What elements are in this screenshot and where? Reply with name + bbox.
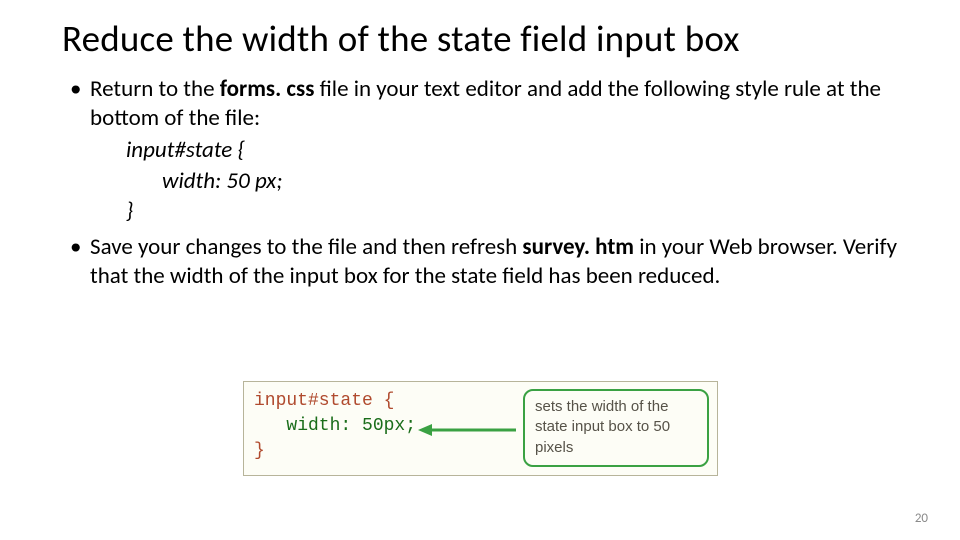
fig-prop: width: 50px;	[286, 416, 416, 436]
figure-callout: sets the width of the state input box to…	[523, 389, 709, 467]
bullet-1-file: forms. css	[220, 75, 315, 103]
bullet-1-pre: Return to the	[90, 75, 220, 103]
bullet-1: Return to the forms. css file in your te…	[86, 75, 900, 227]
code-figure: input#state { width: 50px; } sets the wi…	[243, 381, 718, 476]
figure-code: input#state { width: 50px; }	[254, 389, 416, 465]
fig-indent	[254, 416, 286, 436]
fig-selector: input#state	[254, 391, 373, 411]
slide-title: Reduce the width of the state field inpu…	[62, 18, 900, 61]
page-number: 20	[915, 511, 928, 526]
fig-brace-close: }	[254, 441, 265, 461]
arrow-icon	[418, 422, 518, 438]
fig-brace-open: {	[373, 391, 395, 411]
inline-code-block: input#state { width: 50 px; }	[126, 135, 900, 226]
slide: Reduce the width of the state field inpu…	[0, 0, 960, 540]
slide-body: Return to the forms. css file in your te…	[60, 75, 900, 292]
code-line-1: input#state {	[126, 135, 900, 165]
bullet-2-file: survey. htm	[522, 233, 634, 261]
code-line-2: width: 50 px;	[126, 166, 900, 196]
code-line-3: }	[126, 196, 900, 226]
bullet-2-pre: Save your changes to the file and then r…	[90, 233, 522, 261]
bullet-2: Save your changes to the file and then r…	[86, 233, 900, 292]
